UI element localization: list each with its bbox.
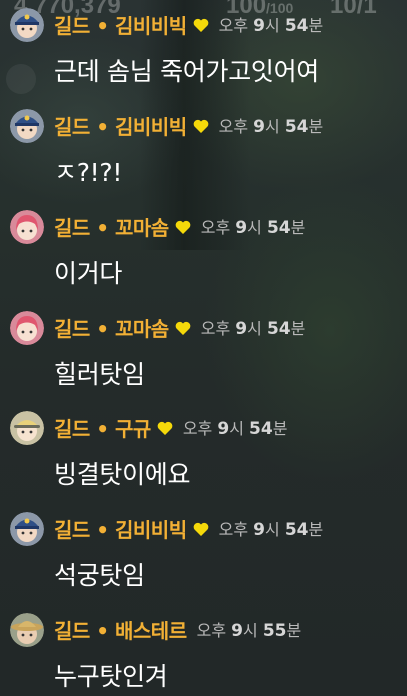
timestamp: 오후 9시 54분 bbox=[219, 516, 324, 540]
time-hour-unit: 시 bbox=[265, 117, 280, 136]
time-prefix: 오후 bbox=[218, 520, 249, 539]
timestamp: 오후 9시 54분 bbox=[219, 113, 324, 137]
straw-hat-avatar[interactable] bbox=[10, 613, 44, 647]
chat-message[interactable]: 길드 • 배스테르 오후 9시 55분 누구탓인겨 bbox=[0, 605, 407, 695]
time-hour-unit: 시 bbox=[247, 218, 262, 237]
time-hour: 9 bbox=[217, 419, 230, 439]
time-hour-unit: 시 bbox=[243, 621, 258, 640]
message-header: 길드 • 김비비빅 오후 9시 54분 bbox=[54, 110, 323, 140]
chat-message[interactable]: 길드 • 김비비빅 오후 9시 54분 근데 솜님 죽어가고잇어여 bbox=[0, 0, 407, 90]
police-helmet-avatar[interactable] bbox=[10, 8, 44, 42]
time-minute: 54 bbox=[266, 319, 291, 339]
sender-name[interactable]: 길드 • 김비비빅 bbox=[54, 10, 187, 39]
timestamp: 오후 9시 54분 bbox=[219, 12, 324, 36]
message-text: ㅈ?!?! bbox=[54, 158, 123, 187]
time-minute: 54 bbox=[284, 520, 309, 540]
sender-name[interactable]: 길드 • 꼬마솜 bbox=[54, 313, 169, 342]
time-minute-unit: 분 bbox=[308, 520, 324, 539]
time-prefix: 오후 bbox=[182, 419, 213, 438]
time-minute: 54 bbox=[284, 117, 309, 137]
time-hour-unit: 시 bbox=[265, 520, 280, 539]
timestamp: 오후 9시 54분 bbox=[201, 214, 306, 238]
message-text: 빙결탓이에요 bbox=[54, 460, 191, 489]
message-text: 이거다 bbox=[54, 259, 123, 288]
time-hour: 9 bbox=[231, 621, 243, 641]
time-minute: 55 bbox=[262, 621, 287, 641]
sender-name[interactable]: 길드 • 김비비빅 bbox=[54, 514, 187, 543]
heart-icon bbox=[193, 521, 209, 536]
time-minute-unit: 분 bbox=[308, 117, 324, 136]
sender-name[interactable]: 길드 • 구규 bbox=[54, 413, 151, 442]
time-minute-unit: 분 bbox=[290, 218, 306, 237]
message-header: 길드 • 김비비빅 오후 9시 54분 bbox=[54, 513, 323, 543]
time-prefix: 오후 bbox=[196, 621, 227, 640]
time-minute: 54 bbox=[249, 419, 273, 439]
message-header: 길드 • 꼬마솜 오후 9시 54분 bbox=[54, 211, 305, 241]
time-minute-unit: 분 bbox=[286, 621, 302, 640]
chat-message[interactable]: 길드 • 꼬마솜 오후 9시 54분 이거다 bbox=[0, 202, 407, 292]
message-text: 힐러탓임 bbox=[54, 360, 145, 389]
heart-icon bbox=[175, 320, 191, 335]
chat-message[interactable]: 길드 • 김비비빅 오후 9시 54분 ㅈ?!?! bbox=[0, 101, 407, 191]
time-minute-unit: 분 bbox=[290, 319, 306, 338]
police-helmet-avatar[interactable] bbox=[10, 109, 44, 143]
message-text: 누구탓인겨 bbox=[54, 662, 168, 691]
time-hour: 9 bbox=[253, 117, 265, 137]
chat-message[interactable]: 길드 • 김비비빅 오후 9시 54분 석궁탓임 bbox=[0, 504, 407, 594]
timestamp: 오후 9시 54분 bbox=[201, 315, 306, 339]
message-text: 근데 솜님 죽어가고잇어여 bbox=[54, 57, 319, 86]
time-hour-unit: 시 bbox=[247, 319, 262, 338]
time-prefix: 오후 bbox=[200, 218, 231, 237]
time-minute-unit: 분 bbox=[272, 419, 288, 438]
time-minute-unit: 분 bbox=[308, 16, 324, 35]
message-text: 석궁탓임 bbox=[54, 561, 145, 590]
chat-message[interactable]: 길드 • 꼬마솜 오후 9시 54분 힐러탓임 bbox=[0, 303, 407, 393]
time-hour: 9 bbox=[253, 16, 265, 36]
time-minute: 54 bbox=[284, 16, 309, 36]
blonde-cap-avatar[interactable] bbox=[10, 411, 44, 445]
sender-name[interactable]: 길드 • 김비비빅 bbox=[54, 111, 187, 140]
message-header: 길드 • 꼬마솜 오후 9시 54분 bbox=[54, 312, 305, 342]
time-prefix: 오후 bbox=[200, 319, 231, 338]
time-minute: 54 bbox=[266, 218, 291, 238]
message-header: 길드 • 김비비빅 오후 9시 54분 bbox=[54, 9, 323, 39]
chat-message[interactable]: 길드 • 구규 오후 9시 54분 빙결탓이에요 bbox=[0, 403, 407, 493]
pink-hair-avatar[interactable] bbox=[10, 210, 44, 244]
message-header: 길드 • 배스테르 오후 9시 55분 bbox=[54, 614, 301, 644]
pink-hair-avatar[interactable] bbox=[10, 311, 44, 345]
time-prefix: 오후 bbox=[218, 16, 249, 35]
heart-icon bbox=[193, 17, 209, 32]
heart-icon bbox=[175, 219, 191, 234]
time-hour: 9 bbox=[253, 520, 265, 540]
time-hour: 9 bbox=[235, 319, 248, 339]
sender-name[interactable]: 길드 • 배스테르 bbox=[54, 615, 187, 644]
police-helmet-avatar[interactable] bbox=[10, 512, 44, 546]
time-prefix: 오후 bbox=[218, 117, 249, 136]
message-header: 길드 • 구규 오후 9시 54분 bbox=[54, 412, 287, 442]
sender-name[interactable]: 길드 • 꼬마솜 bbox=[54, 212, 169, 241]
time-hour: 9 bbox=[235, 218, 248, 238]
timestamp: 오후 9시 54분 bbox=[183, 415, 288, 439]
heart-icon bbox=[157, 420, 173, 435]
time-hour-unit: 시 bbox=[265, 16, 280, 35]
timestamp: 오후 9시 55분 bbox=[197, 617, 302, 641]
heart-icon bbox=[193, 118, 209, 133]
time-hour-unit: 시 bbox=[229, 419, 244, 438]
